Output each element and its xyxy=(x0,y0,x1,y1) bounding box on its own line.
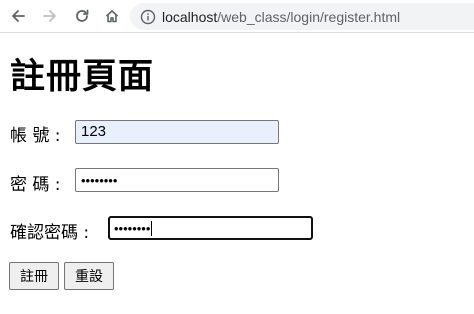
info-icon[interactable] xyxy=(140,9,156,25)
reload-icon xyxy=(76,9,89,22)
page-title: 註冊頁面 xyxy=(10,57,155,97)
url-text: localhost/web_class/login/register.html xyxy=(162,9,400,25)
password-input[interactable]: •••••••• xyxy=(75,168,279,192)
password-label: 密 碼 : xyxy=(10,175,61,195)
forward-arrow-icon xyxy=(43,10,56,22)
back-button[interactable] xyxy=(6,4,30,28)
back-arrow-icon xyxy=(12,10,25,22)
reload-button[interactable] xyxy=(70,4,94,28)
home-button[interactable] xyxy=(100,4,124,28)
url-path: /web_class/login/register.html xyxy=(217,8,401,25)
account-input[interactable]: 123 xyxy=(75,120,279,144)
text-caret xyxy=(151,220,153,236)
address-bar[interactable]: localhost/web_class/login/register.html xyxy=(130,3,474,30)
password-value: •••••••• xyxy=(81,172,118,188)
account-value: 123 xyxy=(81,123,107,140)
confirm-password-value: •••••••• xyxy=(114,220,151,236)
account-label: 帳 號 : xyxy=(10,126,61,146)
confirm-password-input[interactable]: •••••••• xyxy=(108,216,313,240)
submit-button[interactable]: 註冊 xyxy=(9,262,59,290)
reset-button[interactable]: 重設 xyxy=(64,262,114,290)
forward-button[interactable] xyxy=(38,4,62,28)
url-host: localhost xyxy=(162,8,218,25)
home-icon xyxy=(105,10,119,23)
browser-toolbar: localhost/web_class/login/register.html xyxy=(0,0,474,33)
confirm-password-label: 確認密碼 : xyxy=(10,223,90,243)
